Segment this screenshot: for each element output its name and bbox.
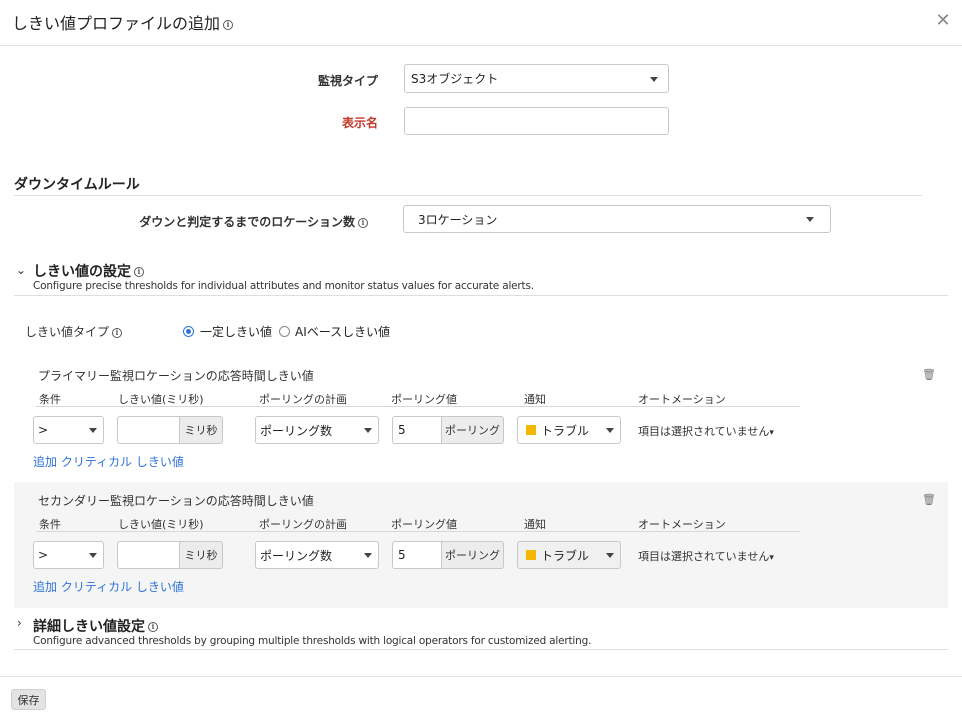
col-threshold-ms: しきい値(ミリ秒) [118, 518, 204, 531]
advanced-divider [14, 649, 948, 650]
col-condition: 条件 [39, 393, 61, 406]
info-icon[interactable]: i [148, 622, 158, 632]
header-divider [36, 531, 800, 532]
info-icon[interactable]: i [358, 217, 368, 228]
notification-value: トラブル [541, 423, 590, 438]
poll-plan-value: ポーリング数 [260, 548, 333, 563]
locations-label-wrap: ダウンと判定するまでのロケーション数 i [100, 213, 368, 230]
caret-down-icon [606, 428, 614, 433]
poll-plan-select[interactable]: ポーリング数 [255, 416, 379, 444]
monitor-type-label: 監視タイプ [317, 74, 378, 88]
col-poll-plan: ポーリングの計画 [259, 393, 347, 406]
radio-fixed-threshold[interactable] [183, 326, 194, 337]
condition-value: > [38, 548, 49, 562]
chevron-down-icon[interactable]: ⌄ [16, 263, 26, 277]
threshold-unit: ミリ秒 [180, 541, 223, 569]
display-name-field[interactable] [404, 107, 669, 135]
threshold-settings-divider [14, 295, 948, 296]
automation-text: 項目は選択されていません [638, 425, 770, 438]
threshold-ms-input[interactable] [117, 541, 180, 569]
caret-down-icon [89, 428, 97, 433]
notification-select[interactable]: トラブル [517, 416, 621, 444]
save-button[interactable]: 保存 [11, 689, 46, 710]
threshold-settings-description: Configure precise thresholds for individ… [33, 280, 534, 292]
caret-down-icon: ▾ [769, 428, 774, 438]
automation-value[interactable]: 項目は選択されていません▾ [638, 423, 774, 439]
condition-value: > [38, 423, 49, 437]
radio-ai-threshold[interactable] [279, 326, 290, 337]
secondary-threshold-title: セカンダリー監視ロケーションの応答時間しきい値 [38, 494, 314, 508]
poll-value-input[interactable]: 5 [392, 416, 442, 444]
caret-down-icon: ▾ [769, 553, 774, 563]
add-critical-threshold-link[interactable]: 追加 クリティカル しきい値 [33, 453, 184, 470]
info-icon[interactable]: i [223, 19, 234, 30]
info-icon[interactable]: i [134, 267, 144, 277]
monitor-type-value: S3オブジェクト [411, 72, 499, 86]
trash-icon[interactable]: 🗑 [922, 368, 936, 381]
notification-value: トラブル [541, 548, 590, 563]
trouble-color-swatch [526, 425, 536, 435]
trash-icon[interactable]: 🗑 [922, 493, 936, 506]
col-condition: 条件 [39, 518, 61, 531]
add-critical-threshold-link[interactable]: 追加 クリティカル しきい値 [33, 578, 184, 595]
footer-divider [0, 676, 962, 677]
chevron-right-icon[interactable]: › [17, 616, 22, 630]
locations-select[interactable]: 3ロケーション [403, 205, 831, 233]
dialog-header: しきい値プロファイルの追加 i ✕ [0, 0, 962, 46]
caret-down-icon [806, 217, 814, 222]
caret-down-icon [364, 428, 372, 433]
radio-fixed-threshold-label[interactable]: 一定しきい値 [200, 323, 272, 340]
poll-plan-value: ポーリング数 [260, 423, 333, 438]
notification-select[interactable]: トラブル [517, 541, 621, 569]
col-poll-value: ポーリング値 [391, 393, 457, 406]
info-icon[interactable]: i [112, 327, 123, 338]
downtime-section-title: ダウンタイムルール [14, 177, 140, 193]
caret-down-icon [650, 76, 658, 82]
automation-text: 項目は選択されていません [638, 550, 770, 563]
col-threshold-ms: しきい値(ミリ秒) [118, 393, 204, 406]
display-name-label: 表示名 [341, 116, 378, 130]
poll-plan-select[interactable]: ポーリング数 [255, 541, 379, 569]
threshold-type-label: しきい値タイプ [25, 325, 110, 339]
downtime-divider [14, 195, 922, 196]
poll-unit: ポーリング [442, 541, 504, 569]
advanced-title-wrap[interactable]: 詳細しきい値設定 i [33, 616, 158, 636]
col-poll-value: ポーリング値 [391, 518, 457, 531]
monitor-type-select[interactable]: S3オブジェクト [404, 64, 669, 93]
caret-down-icon [364, 553, 372, 558]
threshold-ms-input[interactable] [117, 416, 180, 444]
secondary-threshold-block: セカンダリー監視ロケーションの応答時間しきい値 🗑 条件 しきい値(ミリ秒) ポ… [14, 482, 948, 608]
caret-down-icon [89, 553, 97, 558]
poll-unit: ポーリング [442, 416, 504, 444]
poll-value-input[interactable]: 5 [392, 541, 442, 569]
trouble-color-swatch [526, 550, 536, 560]
radio-ai-threshold-label[interactable]: AIベースしきい値 [295, 323, 390, 340]
threshold-settings-title-wrap[interactable]: しきい値の設定 i [33, 261, 144, 281]
locations-label: ダウンと判定するまでのロケーション数 [139, 215, 355, 229]
header-divider [36, 406, 800, 407]
close-icon[interactable]: ✕ [932, 10, 954, 32]
advanced-title: 詳細しきい値設定 [33, 619, 145, 635]
threshold-type-label-wrap: しきい値タイプ i [25, 323, 123, 340]
col-automation: オートメーション [638, 518, 726, 531]
dialog-title-wrap: しきい値プロファイルの追加 i [12, 10, 234, 34]
condition-select[interactable]: > [33, 416, 104, 444]
threshold-unit: ミリ秒 [180, 416, 223, 444]
col-poll-plan: ポーリングの計画 [259, 518, 347, 531]
col-automation: オートメーション [638, 393, 726, 406]
primary-threshold-block: プライマリー監視ロケーションの応答時間しきい値 🗑 条件 しきい値(ミリ秒) ポ… [14, 356, 948, 481]
primary-threshold-title: プライマリー監視ロケーションの応答時間しきい値 [38, 369, 314, 383]
condition-select[interactable]: > [33, 541, 104, 569]
col-notification: 通知 [524, 518, 546, 531]
automation-value[interactable]: 項目は選択されていません▾ [638, 548, 774, 564]
col-notification: 通知 [524, 393, 546, 406]
threshold-settings-title: しきい値の設定 [33, 264, 131, 280]
dialog-title: しきい値プロファイルの追加 [12, 14, 221, 33]
advanced-description: Configure advanced thresholds by groupin… [33, 635, 592, 647]
caret-down-icon [606, 553, 614, 558]
locations-value: 3ロケーション [418, 212, 498, 227]
